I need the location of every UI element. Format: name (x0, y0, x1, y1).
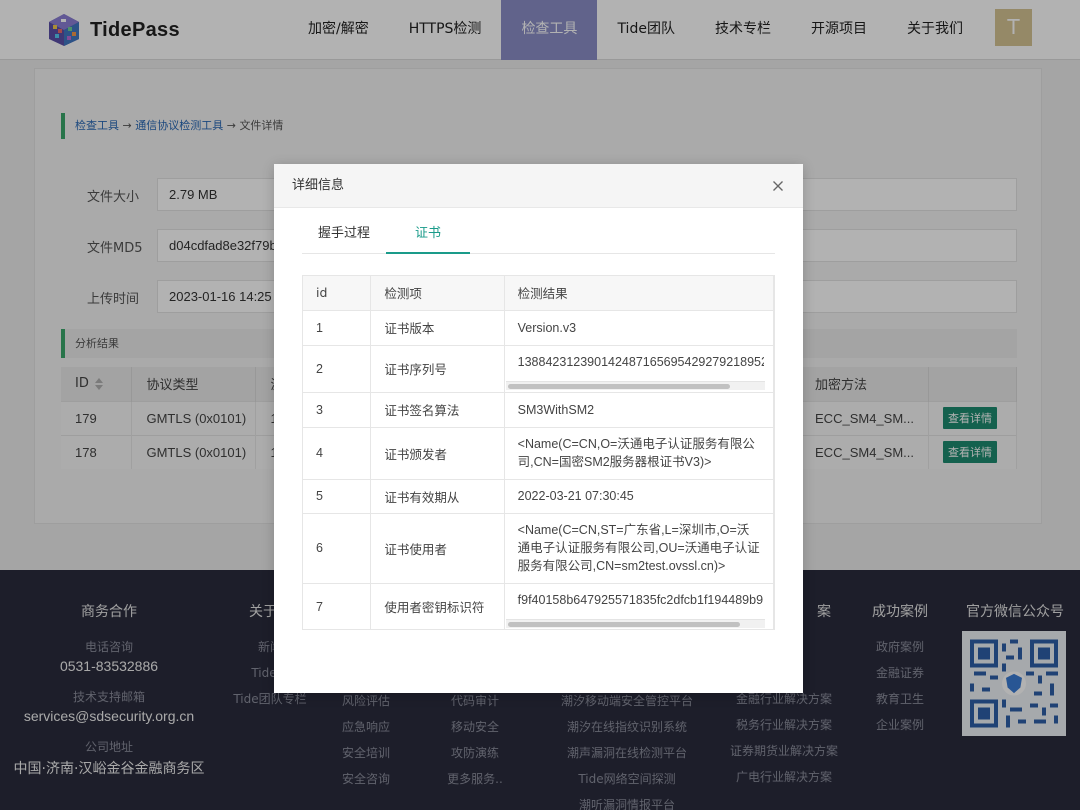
row-item: 使用者密钥标识符 (370, 583, 505, 629)
table-row: 4 证书颁发者 <Name(C=CN,O=沃通电子认证服务有限公司,CN=国密S… (303, 427, 774, 480)
row-result: 2022-03-21 07:30:45 (504, 479, 774, 514)
table-row: 5 证书有效期从 2022-03-21 07:30:45 (303, 479, 774, 514)
tab-certificate[interactable]: 证书 (386, 216, 470, 254)
column-header-id: id (303, 276, 372, 311)
row-id: 3 (303, 392, 372, 428)
modal-tabs: 握手过程 证书 (302, 216, 775, 254)
certificate-table-scroll[interactable]: id 检测项 检测结果 1 证书版本 Version.v3 2 证书序列号 13… (302, 275, 775, 630)
row-result: SM3WithSM2 (504, 392, 774, 428)
row-result: <Name(C=CN,O=沃通电子认证服务有限公司,CN=国密SM2服务器根证书… (517, 437, 755, 469)
row-result: f9f40158b647925571835fc2dfcb1f194489b9 (517, 592, 764, 607)
horizontal-scrollbar[interactable] (505, 380, 765, 390)
table-row: 7 使用者密钥标识符 f9f40158b647925571835fc2dfcb1… (303, 583, 774, 630)
table-row: 3 证书签名算法 SM3WithSM2 (303, 392, 774, 428)
row-result: 138842312390142487165695429279218952 (517, 354, 764, 369)
row-id: 5 (303, 479, 372, 514)
row-result-cell: <Name(C=CN,O=沃通电子认证服务有限公司,CN=国密SM2服务器根证书… (504, 427, 774, 480)
row-item: 证书版本 (370, 310, 505, 346)
tab-handshake[interactable]: 握手过程 (302, 216, 386, 254)
result-scroll-area[interactable]: 138842312390142487165695429279218952 (505, 346, 773, 392)
row-id: 1 (303, 310, 372, 346)
details-modal: 详细信息 握手过程 证书 id 检测项 检测结果 1 证书版本 Version.… (274, 164, 803, 693)
row-item: 证书有效期从 (370, 479, 505, 514)
row-item: 证书颁发者 (370, 427, 505, 480)
row-item: 证书序列号 (370, 345, 505, 393)
column-header-result: 检测结果 (504, 276, 774, 311)
result-scroll-area[interactable]: f9f40158b647925571835fc2dfcb1f194489b9 (505, 584, 773, 630)
modal-header: 详细信息 (274, 164, 803, 208)
column-header-item: 检测项 (370, 276, 505, 311)
table-row: 1 证书版本 Version.v3 (303, 310, 774, 346)
certificate-table: id 检测项 检测结果 1 证书版本 Version.v3 2 证书序列号 13… (303, 276, 774, 630)
table-row: 6 证书使用者 <Name(C=CN,ST=广东省,L=深圳市,O=沃通电子认证… (303, 513, 774, 584)
row-id: 7 (303, 583, 372, 629)
row-item: 证书签名算法 (370, 392, 505, 428)
scrollbar-thumb[interactable] (507, 621, 740, 627)
modal-title: 详细信息 (292, 178, 345, 193)
row-item: 证书使用者 (370, 513, 505, 584)
row-result: <Name(C=CN,ST=广东省,L=深圳市,O=沃通电子认证服务有限公司,O… (517, 523, 760, 573)
close-icon[interactable] (769, 177, 787, 195)
row-id: 4 (303, 427, 372, 480)
row-result-cell: 138842312390142487165695429279218952 (504, 345, 774, 393)
row-id: 2 (303, 345, 372, 393)
horizontal-scrollbar[interactable] (505, 618, 765, 628)
table-row: 2 证书序列号 13884231239014248716569542927921… (303, 345, 774, 393)
row-id: 6 (303, 513, 372, 584)
row-result: Version.v3 (504, 310, 774, 346)
row-result-cell: f9f40158b647925571835fc2dfcb1f194489b9 (504, 583, 774, 630)
scrollbar-thumb[interactable] (507, 383, 730, 389)
row-result-cell: <Name(C=CN,ST=广东省,L=深圳市,O=沃通电子认证服务有限公司,O… (504, 513, 774, 584)
